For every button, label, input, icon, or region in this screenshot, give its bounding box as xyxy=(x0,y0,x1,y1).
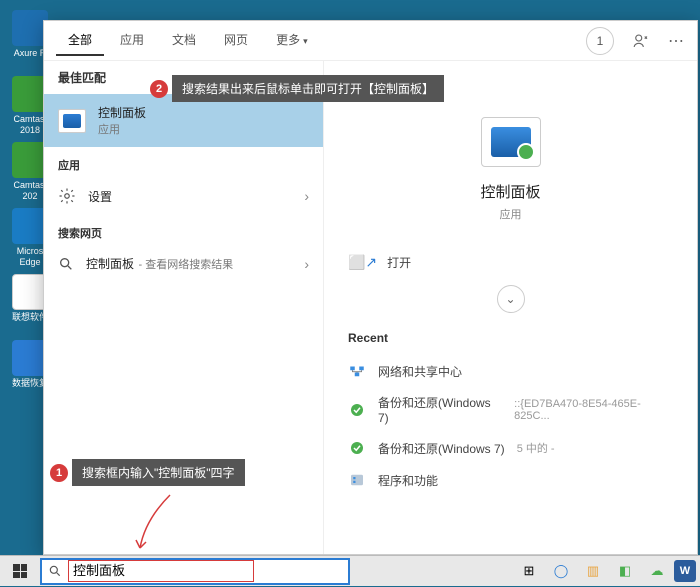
task-view-icon[interactable]: ⊞ xyxy=(514,557,544,585)
recent-item[interactable]: 备份和还原(Windows 7)::{ED7BA470-8E54-465E-82… xyxy=(340,387,681,432)
annotation-text: 搜索结果出来后鼠标单击即可打开【控制面板】 xyxy=(172,75,444,102)
annotation-badge: 1 xyxy=(50,464,68,482)
feedback-icon[interactable] xyxy=(632,32,650,50)
settings-label: 设置 xyxy=(88,188,292,205)
recent-name: 网络和共享中心 xyxy=(378,363,462,380)
taskbar: ⊞ ◯ ▥ ◧ ☁ W xyxy=(0,555,700,586)
search-icon xyxy=(58,256,74,272)
chevron-right-icon: › xyxy=(304,188,309,204)
programs-icon xyxy=(348,471,366,489)
tab-apps[interactable]: 应用 xyxy=(108,25,156,56)
annotation-badge: 2 xyxy=(150,80,168,98)
tab-all[interactable]: 全部 xyxy=(56,25,104,56)
wechat-icon[interactable]: ☁ xyxy=(642,557,672,585)
taskbar-search[interactable] xyxy=(40,558,350,585)
app-icon[interactable]: ◧ xyxy=(610,557,640,585)
search-input-highlight xyxy=(68,560,254,582)
more-options-icon[interactable]: ⋯ xyxy=(668,31,685,51)
web-result-sub: - 查看网络搜索结果 xyxy=(138,259,233,271)
result-settings[interactable]: 设置 › xyxy=(44,177,323,215)
search-input[interactable] xyxy=(73,562,249,577)
recent-sub: 5 中的 - xyxy=(517,440,555,456)
gear-icon xyxy=(58,187,76,205)
tab-more[interactable]: 更多 xyxy=(264,25,320,56)
cortana-icon[interactable]: ◯ xyxy=(546,557,576,585)
annotation-2: 2 搜索结果出来后鼠标单击即可打开【控制面板】 xyxy=(150,75,444,102)
search-icon xyxy=(48,564,62,578)
tab-docs[interactable]: 文档 xyxy=(160,25,208,56)
recent-item[interactable]: 备份和还原(Windows 7) 5 中的 - xyxy=(340,432,681,464)
search-web-label: 搜索网页 xyxy=(44,215,323,245)
result-web-search[interactable]: 控制面板 - 查看网络搜索结果 › xyxy=(44,245,323,283)
annotation-text: 搜索框内输入"控制面板"四字 xyxy=(72,459,245,486)
backup-icon xyxy=(348,401,366,419)
result-name: 控制面板 xyxy=(98,104,309,121)
recent-item[interactable]: 网络和共享中心 xyxy=(340,355,681,387)
open-icon: ⬜↗ xyxy=(348,254,377,271)
recent-name: 程序和功能 xyxy=(378,472,438,489)
open-action[interactable]: ⬜↗ 打开 xyxy=(340,240,681,279)
recent-name: 备份和还原(Windows 7) xyxy=(378,394,502,425)
recent-sub: ::{ED7BA470-8E54-465E-825C... xyxy=(514,398,673,422)
chevron-right-icon: › xyxy=(304,256,309,272)
recent-name: 备份和还原(Windows 7) xyxy=(378,440,505,457)
tab-web[interactable]: 网页 xyxy=(212,25,260,56)
recent-label: Recent xyxy=(340,313,681,355)
detail-title: 控制面板 xyxy=(340,181,681,202)
detail-pane: 控制面板 应用 ⬜↗ 打开 ⌄ Recent 网络和共享中心 备份和还原(Win… xyxy=(324,61,697,554)
detail-app-icon xyxy=(481,117,541,167)
open-label: 打开 xyxy=(387,254,411,271)
result-sub: 应用 xyxy=(98,121,309,137)
taskbar-tray: ⊞ ◯ ▥ ◧ ☁ W xyxy=(514,557,700,585)
annotation-1: 1 搜索框内输入"控制面板"四字 xyxy=(50,459,245,486)
annotation-arrow xyxy=(130,490,190,560)
notification-badge[interactable]: 1 xyxy=(586,27,614,55)
detail-sub: 应用 xyxy=(340,206,681,222)
apps-section-label: 应用 xyxy=(44,147,323,177)
control-panel-icon xyxy=(58,109,86,133)
explorer-icon[interactable]: ▥ xyxy=(578,557,608,585)
network-icon xyxy=(348,362,366,380)
recent-item[interactable]: 程序和功能 xyxy=(340,464,681,496)
search-tabs: 全部 应用 文档 网页 更多 1 ⋯ xyxy=(44,21,697,61)
web-result-name: 控制面板 xyxy=(86,257,134,271)
windows-logo-icon xyxy=(13,564,27,578)
word-icon[interactable]: W xyxy=(674,560,696,582)
expand-button[interactable]: ⌄ xyxy=(497,285,525,313)
start-button[interactable] xyxy=(0,556,40,587)
backup-icon xyxy=(348,439,366,457)
